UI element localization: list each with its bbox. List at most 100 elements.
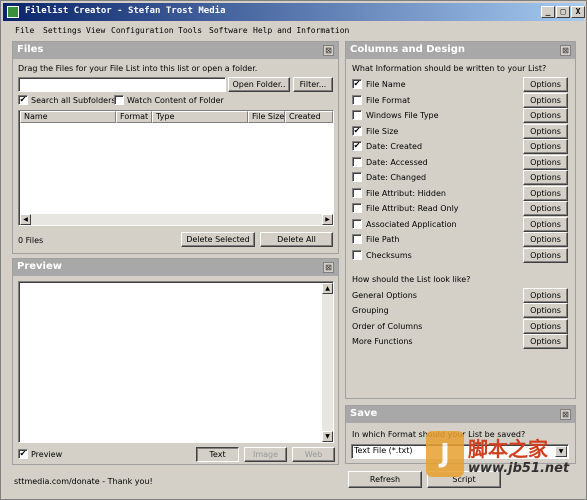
field-checkbox[interactable]: ✔ (352, 125, 362, 136)
preview-panel: Preview ⊠ ▲ ▼ ✔ Preview Text Image Web (12, 258, 339, 465)
column-header-name[interactable]: Name (20, 111, 116, 123)
search-subfolders-checkbox[interactable]: ✔ (18, 95, 28, 105)
maximize-button[interactable]: □ (556, 6, 570, 18)
menu-software[interactable]: Software (209, 26, 248, 35)
field-checkbox[interactable] (352, 156, 362, 167)
field-options-button[interactable]: Options (523, 232, 568, 247)
field-checkbox[interactable] (352, 172, 362, 182)
preview-panel-header: Preview ⊠ (13, 259, 338, 276)
field-checkbox[interactable] (352, 218, 362, 229)
look-question: How should the List look like? (352, 275, 471, 284)
preview-web-button[interactable]: Web (292, 447, 335, 462)
save-panel-title: Save (350, 408, 378, 419)
field-checkbox[interactable] (352, 203, 362, 213)
field-options-button[interactable]: Options (523, 170, 568, 185)
check-icon: ✔ (353, 141, 361, 150)
column-header-type[interactable]: Type (152, 111, 248, 123)
look-options-button[interactable]: Options (523, 333, 568, 349)
watch-content-checkbox[interactable] (114, 95, 124, 105)
menu-bar: File Settings View Configuration Tools S… (3, 23, 584, 39)
file-count: 0 Files (18, 236, 44, 245)
close-window-button[interactable]: X (571, 6, 585, 18)
column-header-size[interactable]: File Size (248, 111, 285, 123)
look-option-label: Grouping (352, 306, 389, 316)
field-options-button[interactable]: Options (523, 139, 568, 154)
field-options-button[interactable]: Options (523, 154, 568, 170)
field-checkbox[interactable]: ✔ (352, 141, 362, 151)
vertical-scrollbar[interactable] (322, 294, 333, 432)
field-label: Windows File Type (366, 111, 439, 120)
delete-selected-button[interactable]: Delete Selected (181, 232, 255, 247)
save-panel-close-icon[interactable]: ⊠ (560, 409, 571, 420)
field-options-button[interactable]: Options (523, 108, 568, 123)
field-checkbox[interactable] (352, 187, 362, 198)
refresh-button[interactable]: Refresh (348, 471, 422, 488)
columns-panel: Columns and Design ⊠ What Information sh… (345, 41, 576, 399)
field-checkbox[interactable]: ✔ (352, 79, 362, 89)
columns-panel-close-icon[interactable]: ⊠ (560, 45, 571, 56)
look-options-button[interactable]: Options (523, 318, 568, 334)
field-checkbox[interactable] (352, 110, 362, 120)
horizontal-scrollbar[interactable] (31, 214, 322, 225)
files-instruction: Drag the Files for your File List into t… (18, 64, 258, 73)
scroll-left-icon[interactable]: ◀ (20, 214, 31, 225)
title-bar[interactable]: Filelist Creator - Stefan Trost Media _ … (3, 3, 585, 21)
look-options-button[interactable]: Options (523, 303, 568, 319)
filter-button[interactable]: Filter... (293, 77, 333, 92)
check-icon: ✔ (19, 449, 27, 458)
field-checkbox[interactable] (352, 94, 362, 105)
field-label: Date: Created (366, 142, 423, 151)
look-option-label: General Options (352, 291, 417, 300)
menu-view[interactable]: View (86, 26, 105, 35)
field-options-button[interactable]: Options (523, 123, 568, 139)
preview-panel-close-icon[interactable]: ⊠ (323, 262, 334, 273)
folder-path-input[interactable] (18, 77, 226, 92)
field-label: File Path (366, 235, 400, 244)
field-checkbox[interactable] (352, 249, 362, 260)
preview-area[interactable]: ▲ ▼ (18, 281, 334, 443)
look-option-label: More Functions (352, 336, 413, 346)
menu-file[interactable]: File (15, 26, 34, 35)
files-panel-close-icon[interactable]: ⊠ (323, 45, 334, 56)
look-options-button[interactable]: Options (523, 288, 568, 303)
column-header-format[interactable]: Format (116, 111, 152, 123)
field-options-button[interactable]: Options (523, 247, 568, 263)
delete-all-button[interactable]: Delete All (260, 232, 333, 247)
field-checkbox[interactable] (352, 234, 362, 244)
menu-tools[interactable]: Tools (178, 26, 202, 35)
field-label: File Attribut: Hidden (366, 188, 446, 198)
field-label: Checksums (366, 250, 412, 260)
field-label: Associated Application (366, 219, 457, 229)
search-subfolders-label: Search all Subfolders (31, 96, 116, 105)
app-icon (7, 6, 19, 18)
menu-configuration[interactable]: Configuration (111, 26, 174, 35)
watermark-domain: www.jb51.net (468, 461, 570, 476)
field-options-button[interactable]: Options (523, 216, 568, 232)
field-options-button[interactable]: Options (523, 185, 568, 201)
scroll-up-icon[interactable]: ▲ (322, 283, 333, 294)
main-window: Filelist Creator - Stefan Trost Media _ … (0, 0, 587, 500)
open-folder-button[interactable]: Open Folder.. (228, 77, 290, 92)
watch-content-label: Watch Content of Folder (127, 96, 224, 105)
columns-panel-title: Columns and Design (350, 44, 465, 55)
format-select-value: Text File (*.txt) (354, 446, 413, 455)
field-label: Date: Changed (366, 173, 427, 182)
watermark-logo: J 脚本之家 www.jb51.net (426, 431, 576, 491)
save-panel-header: Save ⊠ (346, 406, 575, 423)
menu-help[interactable]: Help and Information (253, 26, 349, 35)
donate-link[interactable]: sttmedia.com/donate - Thank you! (14, 477, 153, 486)
field-options-button[interactable]: Options (523, 92, 568, 108)
column-header-created[interactable]: Created (285, 111, 333, 123)
file-list[interactable]: Name Format Type File Size Created ◀ ▶ (18, 110, 334, 226)
scroll-right-icon[interactable]: ▶ (322, 214, 333, 225)
minimize-button[interactable]: _ (541, 6, 555, 18)
scroll-down-icon[interactable]: ▼ (322, 431, 333, 442)
preview-image-button[interactable]: Image (244, 447, 287, 462)
preview-checkbox[interactable]: ✔ (18, 449, 28, 459)
check-icon: ✔ (353, 125, 361, 135)
files-panel-header: Files ⊠ (13, 42, 338, 59)
field-options-button[interactable]: Options (523, 201, 568, 216)
field-options-button[interactable]: Options (523, 77, 568, 92)
menu-settings[interactable]: Settings (43, 26, 82, 35)
preview-text-button[interactable]: Text (196, 447, 239, 462)
